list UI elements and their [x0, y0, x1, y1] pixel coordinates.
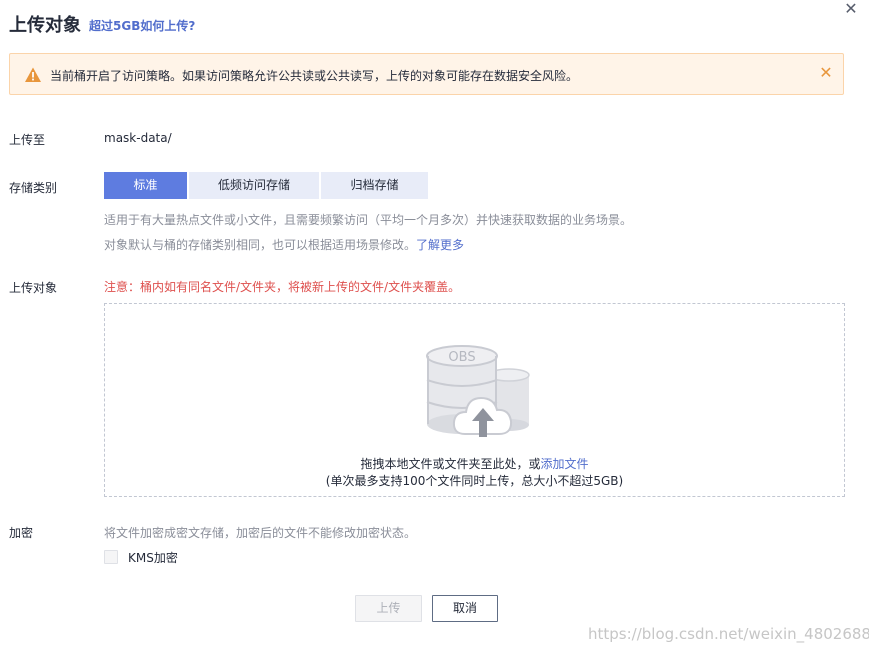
- file-dropzone[interactable]: OBS 拖拽本地文件或文件夹至此处，或添加文件 (单次最多支持100个文件同时上…: [104, 303, 845, 497]
- watermark: https://blog.csdn.net/weixin_48026885: [588, 625, 869, 643]
- svg-text:OBS: OBS: [448, 350, 475, 365]
- drop-text: 拖拽本地文件或文件夹至此处，或: [360, 457, 541, 471]
- over-5gb-link[interactable]: 超过5GB如何上传?: [89, 17, 195, 34]
- storage-class-description: 适用于有大量热点文件或小文件，且需要频繁访问（平均一个月多次）并快速获取数据的业…: [104, 213, 633, 227]
- storage-class-archive[interactable]: 归档存储: [321, 172, 428, 199]
- drop-instruction: 拖拽本地文件或文件夹至此处，或添加文件: [105, 455, 844, 472]
- upload-to-value: mask-data/: [104, 131, 172, 145]
- encryption-label: 加密: [9, 526, 34, 540]
- dialog-title: 上传对象: [9, 15, 81, 36]
- storage-class-standard[interactable]: 标准: [104, 172, 187, 199]
- overwrite-note: 注意：桶内如有同名文件/文件夹，将被新上传的文件/文件夹覆盖。: [104, 280, 461, 294]
- upload-object-label: 上传对象: [9, 281, 58, 295]
- close-icon[interactable]: ✕: [841, 0, 861, 19]
- kms-encryption-label[interactable]: KMS加密: [128, 549, 178, 566]
- storage-class-label: 存储类别: [9, 181, 58, 195]
- close-icon[interactable]: ✕: [816, 63, 836, 83]
- upload-button[interactable]: 上传: [355, 595, 422, 622]
- cloud-upload-icon: OBS: [426, 345, 530, 437]
- storage-class-default-note: 对象默认与桶的存储类别相同，也可以根据适用场景修改。了解更多: [104, 236, 464, 253]
- learn-more-link[interactable]: 了解更多: [416, 238, 464, 252]
- storage-class-selector: 标准 低频访问存储 归档存储: [104, 172, 430, 199]
- storage-class-default-text: 对象默认与桶的存储类别相同，也可以根据适用场景修改。: [104, 238, 417, 252]
- cancel-button[interactable]: 取消: [432, 595, 498, 622]
- encryption-description: 将文件加密成密文存储，加密后的文件不能修改加密状态。: [104, 526, 417, 540]
- drop-hint: (单次最多支持100个文件同时上传，总大小不超过5GB): [325, 474, 624, 488]
- upload-to-label: 上传至: [9, 133, 46, 147]
- add-file-link[interactable]: 添加文件: [541, 457, 589, 471]
- warning-icon: [25, 67, 41, 82]
- warning-banner: 当前桶开启了访问策略。如果访问策略允许公共读或公共读写，上传的对象可能存在数据安…: [9, 53, 844, 95]
- warning-text: 当前桶开启了访问策略。如果访问策略允许公共读或公共读写，上传的对象可能存在数据安…: [50, 69, 579, 83]
- storage-class-infrequent[interactable]: 低频访问存储: [189, 172, 319, 199]
- kms-encryption-checkbox[interactable]: [104, 550, 118, 564]
